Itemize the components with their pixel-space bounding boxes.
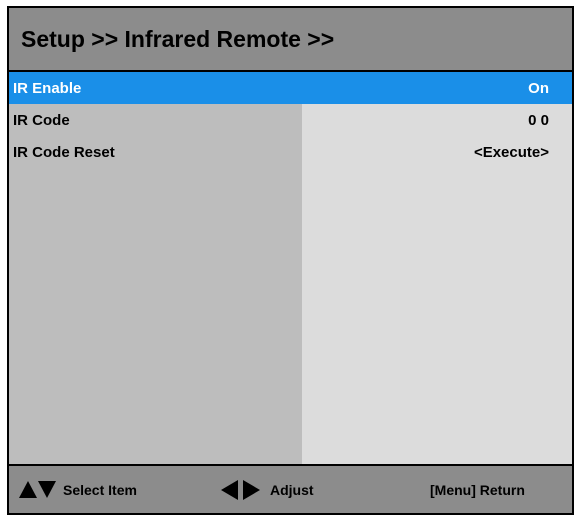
left-arrow-icon [221, 479, 238, 500]
footer-select-hint: Select Item [19, 466, 137, 513]
menu-item-label: IR Code [13, 111, 70, 129]
menu-item-label: IR Enable [13, 79, 82, 97]
menu-item-ir-enable[interactable]: IR Enable On [9, 72, 572, 104]
menu-item-ir-code-reset[interactable]: IR Code Reset <Execute> [9, 136, 572, 168]
menu-item-value: 0 0 [528, 111, 549, 129]
up-arrow-icon [19, 481, 37, 498]
right-arrow-icon [243, 479, 260, 500]
down-arrow-icon [38, 481, 56, 498]
menu-item-value: <Execute> [473, 143, 549, 161]
footer-adjust-hint: Adjust [221, 466, 314, 513]
menu-content: IR Enable On IR Code 0 0 IR Code Reset <… [9, 72, 572, 464]
footer-bar: Select Item Adjust [Menu] Return [9, 466, 572, 513]
footer-return-label: [Menu] Return [430, 481, 525, 498]
footer-adjust-label: Adjust [270, 481, 314, 498]
menu-list: IR Enable On IR Code 0 0 IR Code Reset <… [9, 72, 572, 168]
footer-return-hint: [Menu] Return [430, 466, 525, 513]
menu-header: Setup >> Infrared Remote >> [9, 8, 572, 70]
menu-item-label: IR Code Reset [13, 143, 115, 161]
menu-item-value: On [528, 79, 549, 97]
page-title: Setup >> Infrared Remote >> [21, 25, 335, 52]
menu-item-ir-code[interactable]: IR Code 0 0 [9, 104, 572, 136]
footer-select-label: Select Item [63, 481, 137, 498]
